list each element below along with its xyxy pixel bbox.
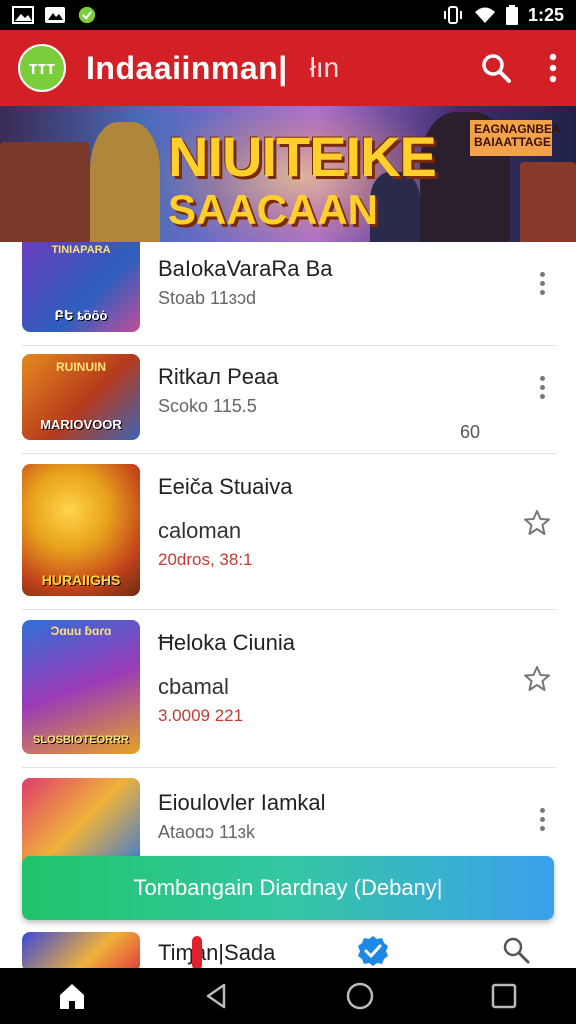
item-subtitle: Scoko 115.5 (158, 396, 257, 416)
item-title: Eioulovler Iamkal (158, 790, 326, 815)
game-thumbnail: Ɔɑuu ɓɑɾɑ SLOSBIOTEORRR (22, 620, 140, 754)
item-meta: 3.0009 221 (158, 706, 244, 725)
list-item[interactable]: HURAIIGHS Eeiča Stuaiva caloman 20dros, … (22, 454, 556, 610)
banner-building-left (0, 142, 90, 242)
list-item[interactable]: TINIAPARA ԲԵ ȶȍȏȯ BaIokaVaraRa Ba Stoab … (22, 242, 556, 346)
thumb-top-label: RUINUIN (56, 360, 106, 374)
star-outline-icon[interactable] (522, 508, 552, 538)
promo-banner[interactable]: NIUITEIKE SAACAAN EAGNAGNBEA BAIAATTAGE (0, 106, 576, 242)
list-item[interactable]: Eioulovler Iamkal Ataoɑɔ 11ɜk (22, 768, 556, 868)
banner-hero-left (90, 122, 160, 242)
banner-subtitle: SAACAAN (168, 186, 378, 233)
list-item[interactable]: Ɔɑuu ɓɑɾɑ SLOSBIOTEORRR Ħeloka Ciunia cb… (22, 610, 556, 768)
banner-badge-line2: BAIAATTAGE (474, 135, 551, 150)
banner-title: NIUITEIKE (168, 125, 437, 188)
star-outline-icon[interactable] (522, 664, 552, 694)
primary-cta-button[interactable]: Tombangain Diardnay (Debany| (22, 856, 554, 920)
app-title: Indaaiinman| (86, 49, 288, 86)
more-vert-icon[interactable] (534, 272, 550, 295)
item-subtitle: Stoab 11ɜɔd (158, 288, 256, 308)
game-thumbnail: RUINUIN MARIOVOOR (22, 354, 140, 440)
more-vert-icon[interactable] (534, 376, 550, 399)
app-notification-icon (78, 6, 96, 24)
more-vert-icon[interactable] (534, 808, 550, 831)
image-icon (12, 6, 34, 24)
app-logo[interactable]: ттт (18, 44, 66, 92)
back-icon[interactable] (196, 976, 236, 1016)
photos-icon (45, 7, 65, 23)
thumb-label: ԲԵ ȶȍȏȯ (54, 308, 108, 323)
more-vert-icon[interactable] (548, 53, 558, 83)
vibrate-icon (443, 6, 462, 24)
banner-badge: EAGNAGNBEA BAIAATTAGE (470, 120, 561, 156)
wifi-icon (474, 7, 495, 23)
status-right: 1:25 (442, 5, 564, 26)
search-icon[interactable] (480, 52, 512, 84)
item-count: 60 (460, 422, 481, 442)
game-thumbnail (22, 932, 140, 968)
thumb-label: HURAIIGHS (41, 572, 121, 588)
status-left-icons (12, 6, 98, 24)
item-subtitle: caloman (158, 518, 242, 543)
thumb-label: SLOSBIOTEORRR (33, 734, 129, 746)
item-title: Tiɱan|Sada (158, 940, 276, 965)
item-title: BaIokaVaraRa Ba (158, 256, 333, 281)
app-subtitle: łın (309, 52, 340, 83)
game-thumbnail (22, 778, 140, 868)
app-logo-text: ттт (28, 57, 56, 78)
status-bar: 1:25 (0, 0, 576, 30)
search-icon[interactable] (502, 936, 530, 964)
battery-icon (505, 5, 518, 25)
game-thumbnail: TINIAPARA ԲԵ ȶȍȏȯ (22, 242, 140, 332)
check-badge-icon[interactable] (356, 934, 390, 968)
app-bar-actions (480, 52, 558, 84)
thumb-top-label: TINIAPARA (51, 244, 111, 256)
game-thumbnail: HURAIIGHS (22, 464, 140, 596)
item-title: Ħeloka Ciunia (158, 630, 295, 655)
home-circle-icon[interactable] (340, 976, 380, 1016)
home-icon[interactable] (52, 976, 92, 1016)
item-subtitle: Ataoɑɔ 11ɜk (158, 822, 255, 842)
item-title: Eeiča Stuaiva (158, 474, 293, 499)
system-nav-bar (0, 968, 576, 1024)
thumb-top-label: Ɔɑuu ɓɑɾɑ (50, 624, 112, 638)
item-subtitle: cbamal (158, 674, 229, 699)
status-time: 1:25 (527, 4, 564, 25)
list-item[interactable]: RUINUIN MARIOVOOR Ritkaл Peaa Scoko 115.… (22, 346, 556, 454)
item-title: Ritkaл Peaa (158, 364, 279, 389)
banner-building-right (520, 162, 576, 242)
recents-icon[interactable] (484, 976, 524, 1016)
bottom-partial-row: Tiɱan|Sada (0, 928, 576, 968)
red-indicator (192, 936, 202, 968)
app-bar: ттт Indaaiinman| łın (0, 30, 576, 106)
thumb-label: MARIOVOOR (40, 417, 122, 432)
item-meta: 20dros, 38:1 (158, 550, 253, 569)
